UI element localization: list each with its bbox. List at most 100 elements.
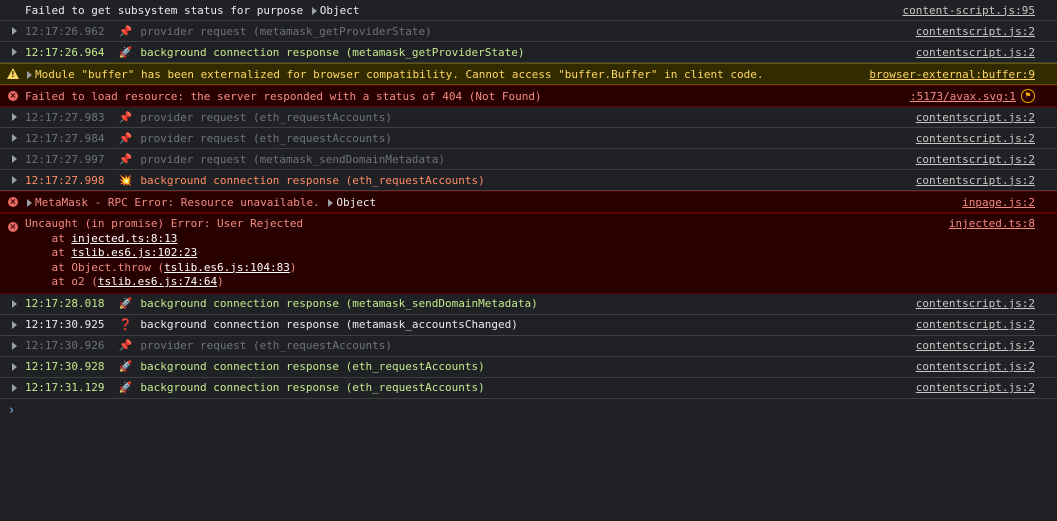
timestamp: 12:17:26.962 xyxy=(25,24,105,38)
row-gutter xyxy=(0,107,25,127)
console-message-row: 12:17:30.926 📌 provider request (eth_req… xyxy=(0,336,1057,357)
message-text: 12:17:27.983 📌 provider request (eth_req… xyxy=(25,111,906,124)
message-text: 12:17:30.928 🚀 background connection res… xyxy=(25,360,906,373)
message-body: MetaMask - RPC Error: Resource unavailab… xyxy=(35,195,327,209)
expand-arrow-icon[interactable] xyxy=(27,198,32,207)
source-link[interactable]: contentscript.js:2 xyxy=(916,381,1035,394)
expand-arrow-icon[interactable] xyxy=(12,320,17,329)
rocket-icon: 🚀 xyxy=(118,297,133,310)
console-message-row: Failed to get subsystem status for purpo… xyxy=(0,0,1057,21)
source-container: contentscript.js:2 xyxy=(906,153,1035,166)
source-link[interactable]: browser-external:buffer:9 xyxy=(869,68,1035,81)
source-container: contentscript.js:2 xyxy=(906,381,1035,394)
stack-frame-prefix: at o2 ( xyxy=(25,275,98,288)
source-container: contentscript.js:2 xyxy=(906,111,1035,124)
message-body: provider request (metamask_sendDomainMet… xyxy=(140,152,445,166)
message-text: Module "buffer" has been externalized fo… xyxy=(25,68,859,81)
message-text: 12:17:26.962 📌 provider request (metamas… xyxy=(25,25,906,38)
stack-frame-suffix: ) xyxy=(289,260,297,274)
source-container: contentscript.js:2 xyxy=(906,360,1035,373)
stack-frame-link[interactable]: tslib.es6.js:102:23 xyxy=(71,246,197,259)
object-expand-icon[interactable] xyxy=(328,198,334,207)
expand-arrow-icon[interactable] xyxy=(12,176,17,184)
source-link[interactable]: contentscript.js:2 xyxy=(916,174,1035,187)
expand-arrow-icon[interactable] xyxy=(27,70,32,79)
message-body: provider request (eth_requestAccounts) xyxy=(140,110,393,124)
console-panel: Failed to get subsystem status for purpo… xyxy=(0,0,1057,399)
message-text: 12:17:30.925 ❓ background connection res… xyxy=(25,318,906,331)
console-message-row: × Uncaught (in promise) Error: User Rejec… xyxy=(0,213,1057,294)
stack-frame-link[interactable]: tslib.es6.js:74:64 xyxy=(98,275,217,288)
network-request-icon[interactable]: ⚑ xyxy=(1021,89,1035,103)
row-gutter: ! xyxy=(0,64,25,84)
console-message-row: 12:17:30.925 ❓ background connection res… xyxy=(0,315,1057,336)
source-link[interactable]: inpage.js:2 xyxy=(962,196,1035,209)
stack-frame: at injected.ts:8:13 xyxy=(25,232,939,247)
source-link[interactable]: contentscript.js:2 xyxy=(916,46,1035,59)
source-link[interactable]: :5173/avax.svg:1 xyxy=(910,90,1016,103)
expand-arrow-icon[interactable] xyxy=(12,362,17,371)
message-body: provider request (eth_requestAccounts) xyxy=(140,339,393,352)
stack-frame-prefix: at xyxy=(25,246,72,259)
object-preview[interactable]: Object xyxy=(336,196,376,209)
rocket-icon: 🚀 xyxy=(118,381,133,394)
rocket-icon: 🚀 xyxy=(118,360,133,373)
row-gutter: × xyxy=(0,86,25,106)
warning-icon: ! xyxy=(7,68,19,79)
source-container: inpage.js:2 xyxy=(952,196,1035,209)
stack-frame-link[interactable]: injected.ts:8:13 xyxy=(71,232,177,245)
expand-arrow-icon[interactable] xyxy=(12,155,17,163)
expand-arrow-icon[interactable] xyxy=(12,48,17,56)
stack-frame: at tslib.es6.js:102:23 xyxy=(25,246,939,261)
timestamp: 12:17:31.129 xyxy=(25,381,105,394)
message-body: background connection response (metamask… xyxy=(140,297,538,310)
source-container: contentscript.js:2 xyxy=(906,25,1035,38)
timestamp: 12:17:30.928 xyxy=(25,360,105,373)
stack-frame: at Object.throw (tslib.es6.js:104:83) xyxy=(25,261,939,276)
expand-arrow-icon[interactable] xyxy=(12,113,17,121)
timestamp: 12:17:27.998 xyxy=(25,173,105,187)
message-body: background connection response (metamask… xyxy=(140,45,525,59)
source-link[interactable]: contentscript.js:2 xyxy=(916,339,1035,352)
console-message-row: × Failed to load resource: the server res… xyxy=(0,85,1057,107)
pin-icon: 📌 xyxy=(118,152,133,166)
object-expand-icon[interactable] xyxy=(311,6,317,15)
expand-arrow-icon[interactable] xyxy=(12,134,17,142)
error-icon: × xyxy=(8,222,18,232)
message-text: 12:17:26.964 🚀 background connection res… xyxy=(25,46,906,59)
message-text: MetaMask - RPC Error: Resource unavailab… xyxy=(25,196,952,209)
question-icon: ❓ xyxy=(118,318,133,331)
message-body: Failed to load resource: the server resp… xyxy=(25,89,542,103)
error-stack: Uncaught (in promise) Error: User Reject… xyxy=(25,217,939,290)
source-link[interactable]: contentscript.js:2 xyxy=(916,153,1035,166)
chevron-right-icon: › xyxy=(9,402,15,418)
source-link[interactable]: contentscript.js:2 xyxy=(916,132,1035,145)
stack-frame-prefix: at Object.throw ( xyxy=(25,260,165,274)
row-gutter xyxy=(0,128,25,148)
source-link[interactable]: contentscript.js:2 xyxy=(916,297,1035,310)
row-gutter xyxy=(0,315,25,335)
console-prompt[interactable]: › xyxy=(0,399,1057,421)
source-container: contentscript.js:2 xyxy=(906,132,1035,145)
console-message-row: 12:17:26.964 🚀 background connection res… xyxy=(0,42,1057,63)
expand-arrow-icon[interactable] xyxy=(12,383,17,392)
message-text: Failed to load resource: the server resp… xyxy=(25,90,900,103)
error-icon: × xyxy=(8,197,18,207)
source-link[interactable]: injected.ts:8 xyxy=(949,217,1035,230)
console-message-row: 12:17:31.129 🚀 background connection res… xyxy=(0,378,1057,399)
console-message-row: 12:17:26.962 📌 provider request (metamas… xyxy=(0,21,1057,42)
object-preview[interactable]: Object xyxy=(320,4,360,17)
row-gutter xyxy=(0,357,25,377)
source-link[interactable]: contentscript.js:2 xyxy=(916,111,1035,124)
expand-arrow-icon[interactable] xyxy=(12,299,17,308)
expand-arrow-icon[interactable] xyxy=(12,27,17,35)
expand-arrow-icon[interactable] xyxy=(12,341,17,350)
source-link[interactable]: content-script.js:95 xyxy=(903,4,1035,17)
timestamp: 12:17:27.983 xyxy=(25,110,105,124)
message-text: 12:17:30.926 📌 provider request (eth_req… xyxy=(25,339,906,352)
stack-frame-link[interactable]: tslib.es6.js:104:83 xyxy=(164,261,290,274)
source-link[interactable]: contentscript.js:2 xyxy=(916,318,1035,331)
source-link[interactable]: contentscript.js:2 xyxy=(916,360,1035,373)
source-link[interactable]: contentscript.js:2 xyxy=(916,25,1035,38)
stack-frame: at o2 (tslib.es6.js:74:64) xyxy=(25,275,939,290)
